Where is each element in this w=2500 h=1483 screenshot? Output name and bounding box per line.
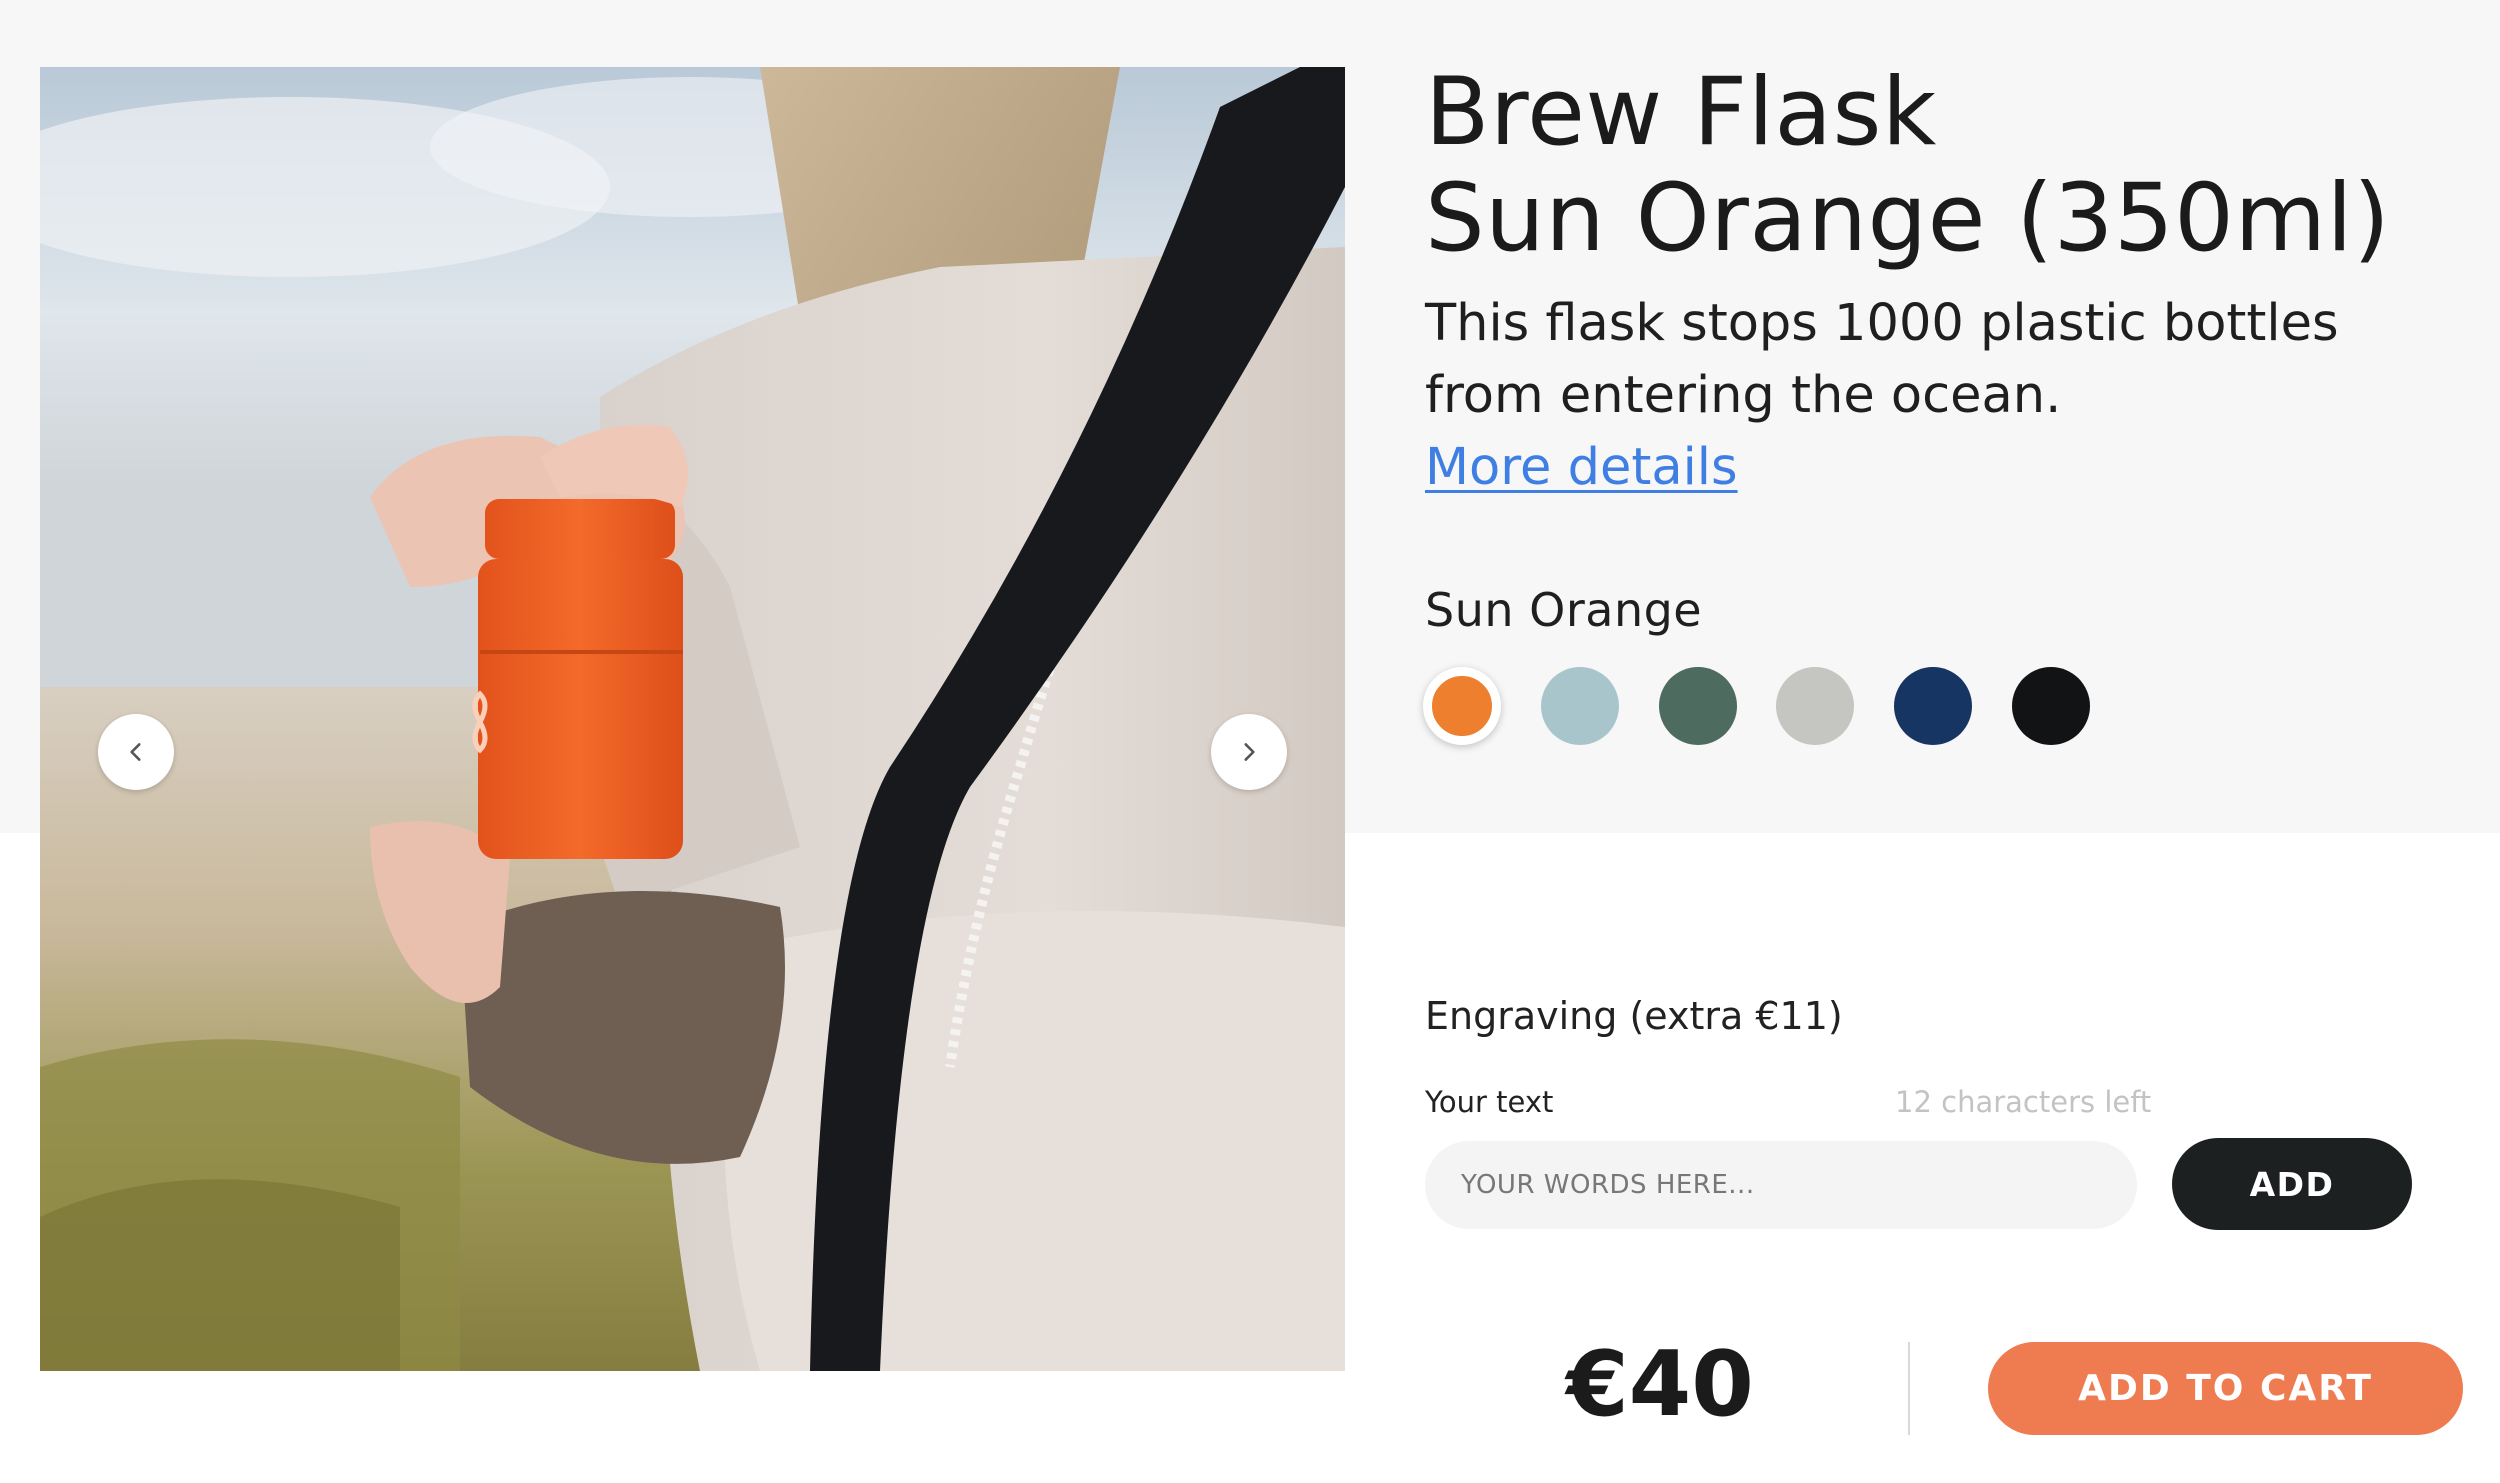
swatch-sun-orange[interactable]	[1423, 667, 1501, 745]
swatch-navy[interactable]	[1894, 667, 1972, 745]
product-gallery	[40, 67, 1345, 1371]
product-photo	[40, 67, 1345, 1371]
product-tagline: This flask stops 1000 plastic bottles fr…	[1425, 294, 2339, 425]
product-title-line1: Brew Flask	[1425, 58, 1937, 167]
product-price: €40	[1566, 1332, 1754, 1437]
add-to-cart-button[interactable]: ADD TO CART	[1988, 1342, 2463, 1435]
gallery-prev-button[interactable]	[98, 714, 174, 790]
product-info: Brew Flask Sun Orange (350ml) This flask…	[1425, 60, 2465, 504]
swatch-light-grey[interactable]	[1776, 667, 1854, 745]
engraving-character-counter: 12 characters left	[1895, 1085, 2152, 1119]
selected-color-name: Sun Orange	[1425, 583, 1703, 637]
more-details-link[interactable]: More details	[1425, 432, 1738, 504]
swatch-forest-green[interactable]	[1659, 667, 1737, 745]
swatch-light-blue[interactable]	[1541, 667, 1619, 745]
product-title-line2: Sun Orange (350ml)	[1425, 164, 2391, 273]
gallery-next-button[interactable]	[1211, 714, 1287, 790]
engraving-text-input[interactable]	[1425, 1141, 2137, 1229]
engraving-text-label: Your text	[1425, 1085, 1554, 1119]
chevron-right-icon	[1244, 743, 1255, 761]
swatch-black[interactable]	[2012, 667, 2090, 745]
engraving-add-button[interactable]: ADD	[2172, 1138, 2412, 1230]
chevron-left-icon	[130, 743, 141, 761]
engraving-heading: Engraving (extra €11)	[1425, 994, 1843, 1038]
price-divider	[1908, 1342, 1910, 1435]
